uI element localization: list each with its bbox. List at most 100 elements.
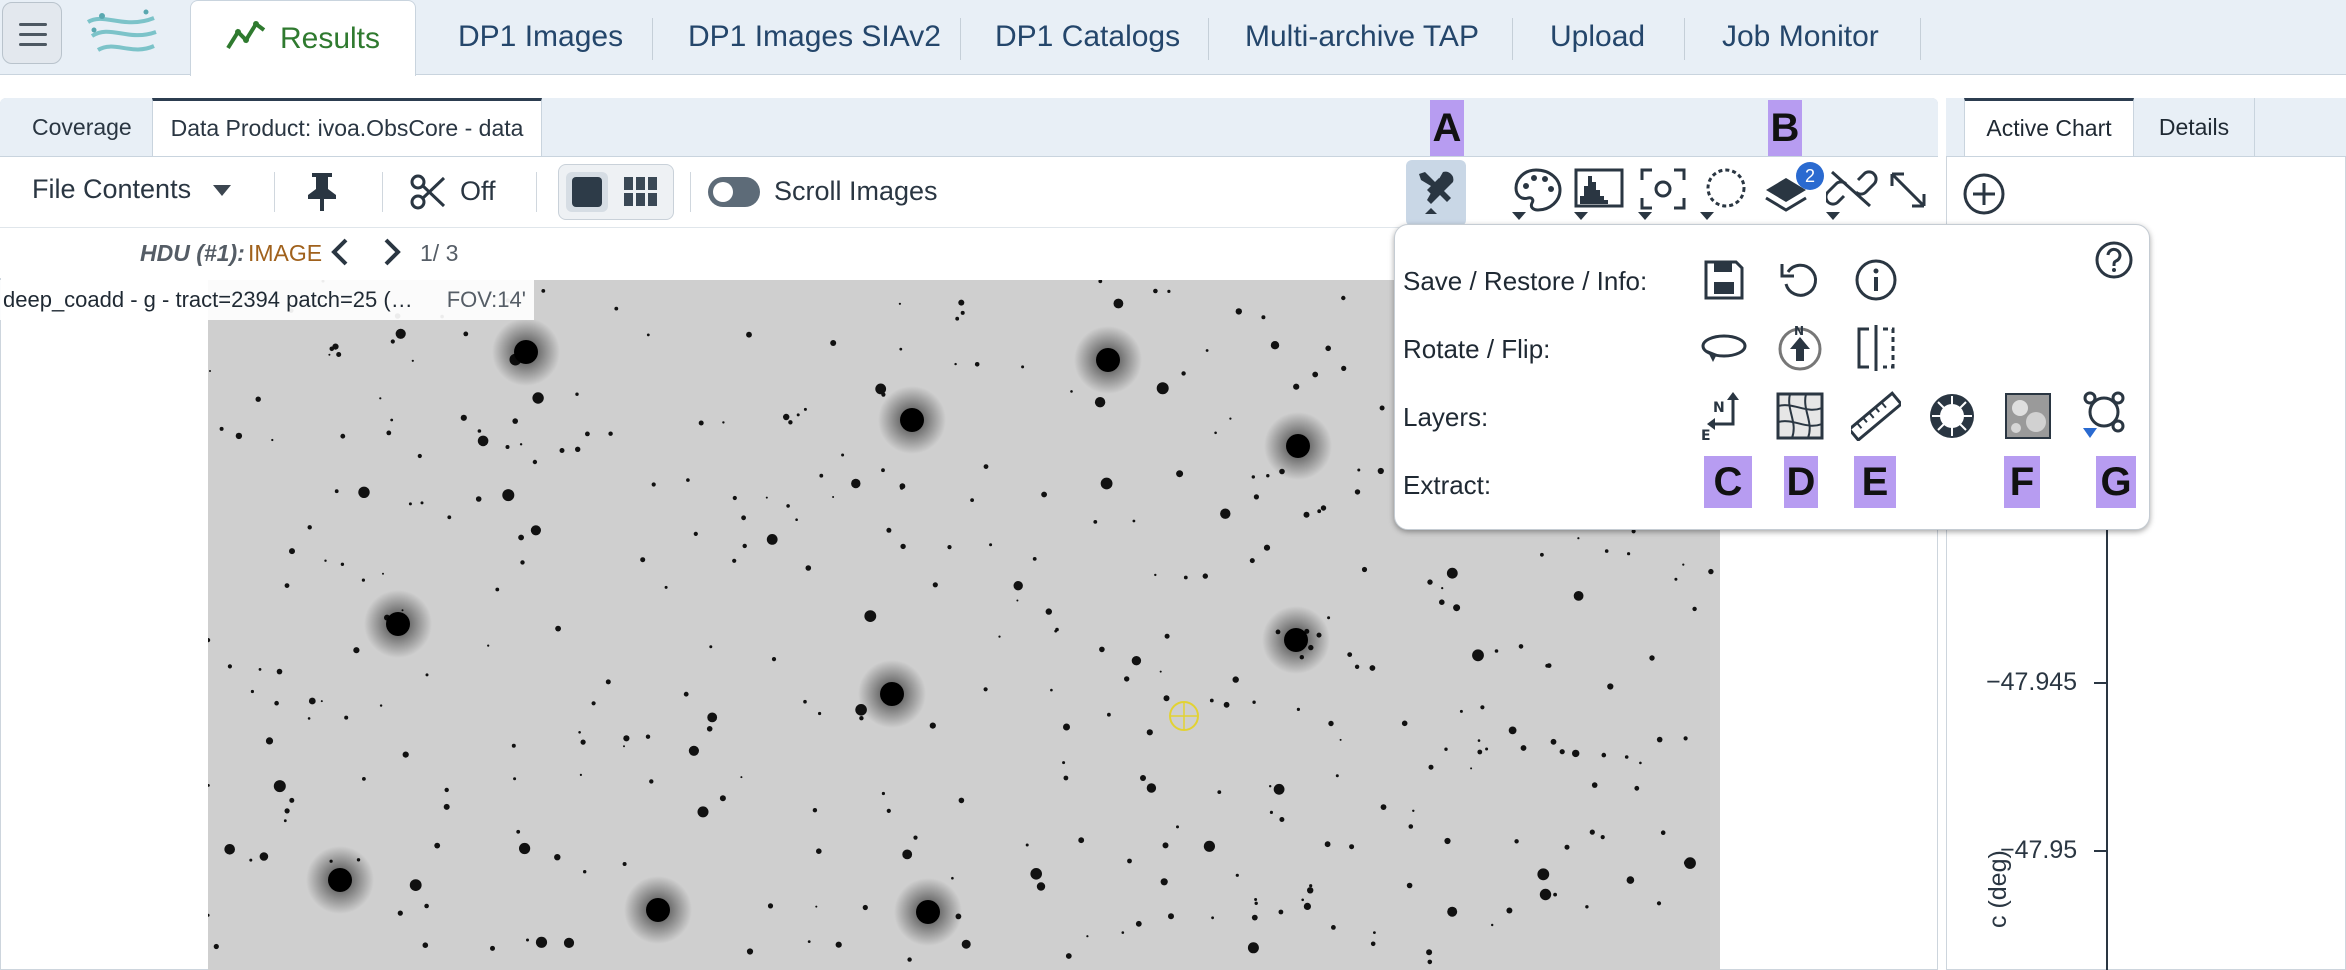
star [954, 362, 957, 366]
star [1317, 509, 1322, 514]
star [1093, 520, 1098, 524]
star [1361, 566, 1368, 573]
zoom-fit-icon[interactable] [1638, 166, 1690, 227]
single-view-button[interactable] [566, 172, 608, 212]
cut-off-label[interactable]: Off [460, 176, 496, 207]
star [1094, 397, 1106, 408]
star [386, 430, 392, 436]
save-icon[interactable] [1698, 254, 1750, 306]
star [1160, 878, 1168, 886]
star [1211, 916, 1214, 920]
star [1494, 649, 1499, 653]
star [1013, 581, 1023, 591]
star [1401, 720, 1408, 727]
lasso-select-icon[interactable] [1700, 166, 1752, 227]
star [970, 498, 974, 502]
tab-multi-archive-tap[interactable]: Multi-archive TAP [1245, 0, 1479, 74]
star [649, 779, 654, 784]
star [900, 486, 904, 490]
star [961, 939, 971, 949]
image-texture-icon[interactable] [2002, 390, 2054, 442]
star [816, 848, 822, 854]
star [1223, 701, 1230, 708]
single-square-icon [572, 177, 602, 207]
bright-star [328, 868, 352, 892]
star [1624, 755, 1629, 759]
ruler-icon[interactable] [1850, 390, 1902, 442]
star [1447, 906, 1458, 917]
starburst-icon[interactable] [1926, 390, 1978, 442]
tab-active-chart[interactable]: Active Chart [1964, 98, 2134, 156]
rotate-icon[interactable] [1698, 322, 1750, 374]
star [815, 905, 818, 908]
help-icon[interactable] [2094, 240, 2134, 285]
scissors-icon[interactable] [410, 174, 446, 215]
star [307, 525, 312, 530]
star [1205, 349, 1209, 352]
star [1156, 382, 1169, 395]
star [535, 936, 548, 948]
tab-dp1-images-siav2[interactable]: DP1 Images SIAv2 [688, 0, 941, 74]
tab-job-monitor[interactable]: Job Monitor [1722, 0, 1879, 74]
coordinate-grid-icon[interactable] [1774, 390, 1826, 442]
callout-label: B [1768, 100, 1802, 156]
star [1279, 817, 1285, 822]
info-icon[interactable] [1850, 254, 1902, 306]
star [803, 407, 807, 411]
tab-divider [1208, 18, 1209, 60]
star [1254, 901, 1258, 905]
star [1254, 898, 1258, 901]
next-hdu-icon[interactable] [380, 236, 404, 273]
star [1601, 752, 1607, 758]
y-tick-label: −47.945 [1986, 668, 2078, 696]
star [1202, 573, 1208, 579]
tab-dp1-images[interactable]: DP1 Images [458, 0, 623, 74]
grid-view-button[interactable] [624, 177, 658, 212]
star [1107, 712, 1111, 717]
star [1309, 884, 1313, 888]
star [532, 392, 544, 404]
tab-results[interactable]: Results [190, 0, 416, 76]
stretch-histogram-icon[interactable] [1574, 166, 1626, 227]
file-contents-dropdown[interactable]: File Contents [32, 174, 231, 205]
add-chart-icon[interactable] [1962, 172, 2006, 221]
star [1573, 591, 1584, 601]
tab-dp1-catalogs[interactable]: DP1 Catalogs [995, 0, 1180, 74]
star [1252, 700, 1256, 704]
star [1159, 670, 1162, 673]
star [1370, 941, 1376, 947]
star [422, 942, 429, 948]
tab-coverage[interactable]: Coverage [32, 98, 132, 156]
tab-upload[interactable]: Upload [1550, 0, 1645, 74]
rotate-north-icon[interactable]: N [1774, 322, 1826, 374]
scroll-images-toggle[interactable] [708, 177, 760, 207]
star [1627, 552, 1631, 556]
star [1649, 655, 1655, 661]
north-east-arrows-icon[interactable]: NE [1698, 390, 1750, 442]
star [835, 941, 842, 948]
star [271, 438, 274, 442]
color-palette-icon[interactable] [1512, 166, 1564, 227]
tab-details[interactable]: Details [2134, 98, 2255, 156]
tab-data-product[interactable]: Data Product: ivoa.ObsCore - data [152, 98, 542, 156]
flip-icon[interactable] [1850, 322, 1902, 374]
selection-shape-icon[interactable] [2078, 390, 2130, 442]
star [513, 777, 517, 781]
star [960, 310, 965, 315]
hamburger-menu-button[interactable] [2, 2, 62, 64]
star [1480, 705, 1485, 710]
toolbar-divider [690, 172, 691, 212]
pin-icon[interactable] [302, 170, 342, 217]
star [812, 808, 818, 813]
tools-button[interactable] [1406, 160, 1466, 226]
restore-icon[interactable] [1774, 254, 1826, 306]
star [1163, 695, 1170, 702]
star [477, 435, 489, 447]
star [688, 745, 699, 756]
star [1055, 627, 1059, 632]
star [1408, 824, 1414, 829]
previous-hdu-icon[interactable] [328, 236, 352, 273]
star [1229, 417, 1232, 420]
expand-icon[interactable] [1888, 170, 1928, 215]
unlink-icon[interactable] [1824, 166, 1878, 227]
